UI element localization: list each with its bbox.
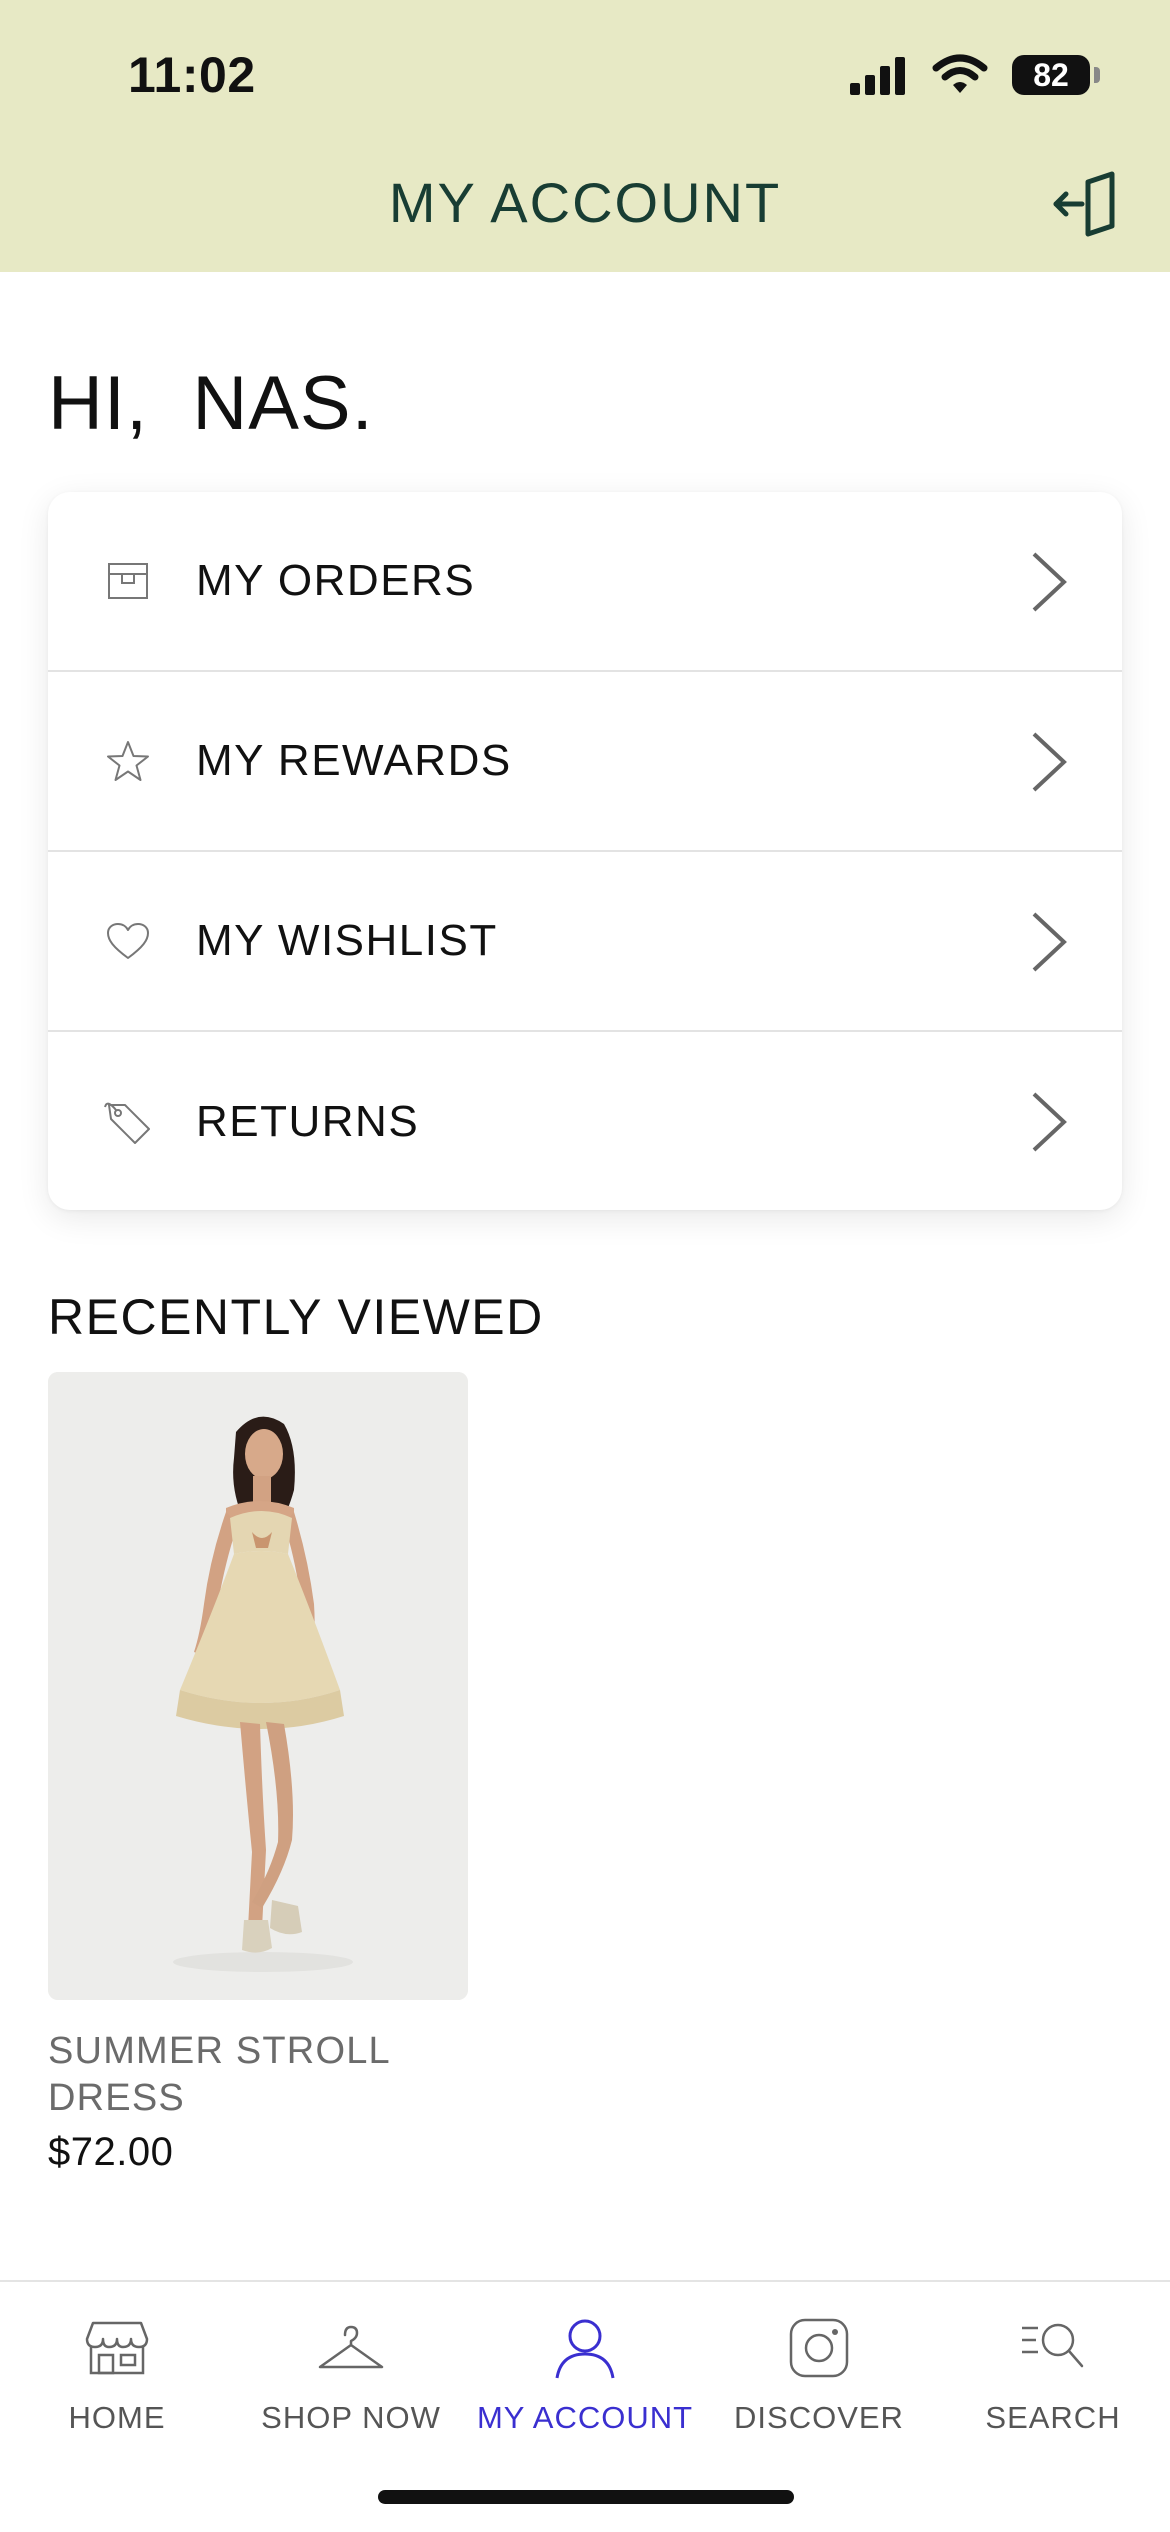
page-title: MY ACCOUNT <box>388 171 782 234</box>
product-image[interactable] <box>48 1372 468 2000</box>
tag-icon <box>98 1092 158 1152</box>
chevron-right-icon <box>1032 912 1067 972</box>
tab-label-home: HOME <box>68 2400 166 2435</box>
menu-item-my-wishlist[interactable]: MY WISHLIST <box>48 852 1122 1032</box>
tab-shop-now[interactable]: SHOP NOW <box>234 2308 468 2436</box>
heart-icon <box>98 911 158 971</box>
home-indicator[interactable] <box>378 2490 794 2504</box>
menu-label-returns: RETURNS <box>196 1097 420 1146</box>
tab-label-search: SEARCH <box>985 2400 1121 2435</box>
greeting-text: HI, NAS. <box>48 361 374 446</box>
star-icon <box>98 731 158 791</box>
logout-button[interactable] <box>1046 164 1126 244</box>
search-icon <box>936 2308 1170 2388</box>
chevron-right-icon <box>1032 732 1067 792</box>
chevron-right-icon <box>1032 1092 1067 1152</box>
account-screen: 11:02 82 MY ACCOUNT HI, NAS. MY ORDERS M… <box>0 0 1170 2532</box>
chevron-right-icon <box>1032 552 1067 612</box>
menu-item-my-rewards[interactable]: MY REWARDS <box>48 672 1122 852</box>
status-time: 11:02 <box>128 47 256 103</box>
recently-viewed-title: RECENTLY VIEWED <box>48 1289 544 1345</box>
product-card[interactable]: SUMMER STROLL DRESS $72.00 <box>48 1372 468 2175</box>
menu-item-returns[interactable]: RETURNS <box>48 1032 1122 1210</box>
tab-my-account[interactable]: MY ACCOUNT <box>468 2308 702 2436</box>
product-name[interactable]: SUMMER STROLL DRESS <box>48 2028 468 2122</box>
account-menu: MY ORDERS MY REWARDS MY WISHLIST RETURNS <box>48 492 1122 1210</box>
hanger-icon <box>234 2308 468 2388</box>
person-icon <box>468 2308 702 2388</box>
menu-label-my-rewards: MY REWARDS <box>196 736 512 785</box>
wifi-icon <box>932 54 988 93</box>
top-header: 11:02 82 MY ACCOUNT <box>0 0 1170 272</box>
tab-home[interactable]: HOME <box>0 2308 234 2436</box>
storefront-icon <box>0 2308 234 2388</box>
battery-indicator: 82 <box>1012 55 1100 95</box>
status-icons: 82 <box>848 54 1100 96</box>
product-price: $72.00 <box>48 2130 174 2174</box>
tab-search[interactable]: SEARCH <box>936 2308 1170 2436</box>
cellular-signal-icon <box>850 57 905 95</box>
tab-label-my-account: MY ACCOUNT <box>476 2400 694 2435</box>
logout-icon <box>1053 171 1115 237</box>
tab-label-shop-now: SHOP NOW <box>261 2400 441 2435</box>
box-icon <box>98 551 158 611</box>
tab-label-discover: DISCOVER <box>734 2400 904 2435</box>
menu-label-my-wishlist: MY WISHLIST <box>196 916 498 965</box>
instagram-icon <box>702 2308 936 2388</box>
menu-label-my-orders: MY ORDERS <box>196 556 476 605</box>
tab-discover[interactable]: DISCOVER <box>702 2308 936 2436</box>
menu-item-my-orders[interactable]: MY ORDERS <box>48 492 1122 672</box>
